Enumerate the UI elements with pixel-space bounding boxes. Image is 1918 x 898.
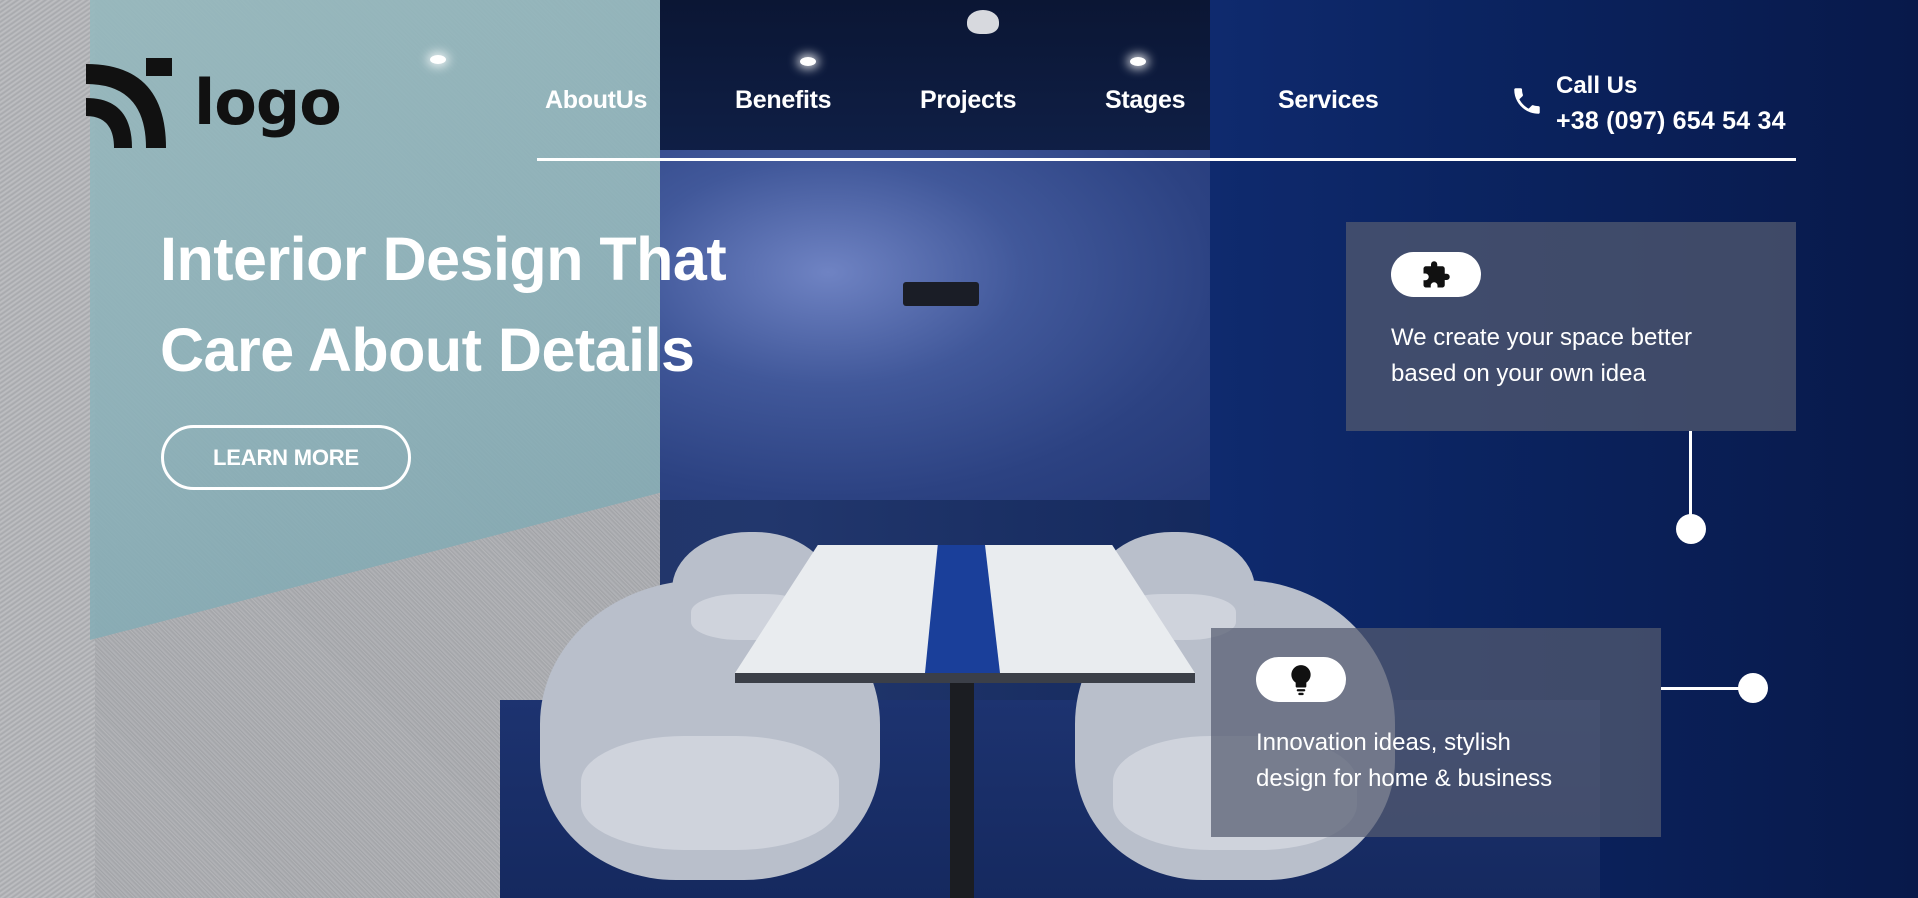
feature-text: We create your space better based on you…	[1391, 320, 1791, 392]
learn-more-button[interactable]: LEARN MORE	[161, 425, 411, 490]
nav-divider	[537, 158, 1796, 161]
nav-item-projects[interactable]: Projects	[920, 86, 1017, 115]
nav-item-services[interactable]: Services	[1278, 86, 1379, 115]
hero-title: Interior Design That Care About Details	[160, 214, 800, 396]
lightbulb-icon	[1291, 664, 1311, 695]
nav-item-stages[interactable]: Stages	[1105, 86, 1185, 115]
smoke-detector	[967, 10, 999, 34]
feature-icon-pill	[1391, 252, 1481, 297]
feature-card-innovation: Innovation ideas, stylish design for hom…	[1211, 628, 1661, 837]
phone-number[interactable]: +38 (097) 654 54 34	[1556, 107, 1786, 136]
hero-title-line-1: Interior Design That	[160, 225, 727, 293]
site-logo[interactable]: logo	[86, 58, 342, 148]
connector-dot	[1676, 514, 1706, 544]
call-us-label: Call Us	[1556, 72, 1638, 99]
logo-text: logo	[194, 66, 342, 139]
connector-dot	[1738, 673, 1768, 703]
nav-item-aboutus[interactable]: AboutUs	[545, 86, 647, 115]
feature-text-line-1: Innovation ideas, stylish	[1256, 729, 1511, 756]
phone-icon[interactable]	[1510, 84, 1544, 118]
puzzle-icon	[1423, 260, 1450, 287]
feature-text-line-2: based on your own idea	[1391, 360, 1646, 387]
hero-title-line-2: Care About Details	[160, 316, 695, 384]
feature-card-idea: We create your space better based on you…	[1346, 222, 1796, 431]
arcs-logo-icon	[86, 58, 172, 148]
feature-icon-pill	[1256, 657, 1346, 702]
wall-socket	[903, 282, 979, 306]
nav-item-benefits[interactable]: Benefits	[735, 86, 832, 115]
feature-text-line-1: We create your space better	[1391, 324, 1693, 351]
feature-text: Innovation ideas, stylish design for hom…	[1256, 725, 1656, 797]
feature-text-line-2: design for home & business	[1256, 765, 1553, 792]
connector-line	[1689, 431, 1692, 523]
